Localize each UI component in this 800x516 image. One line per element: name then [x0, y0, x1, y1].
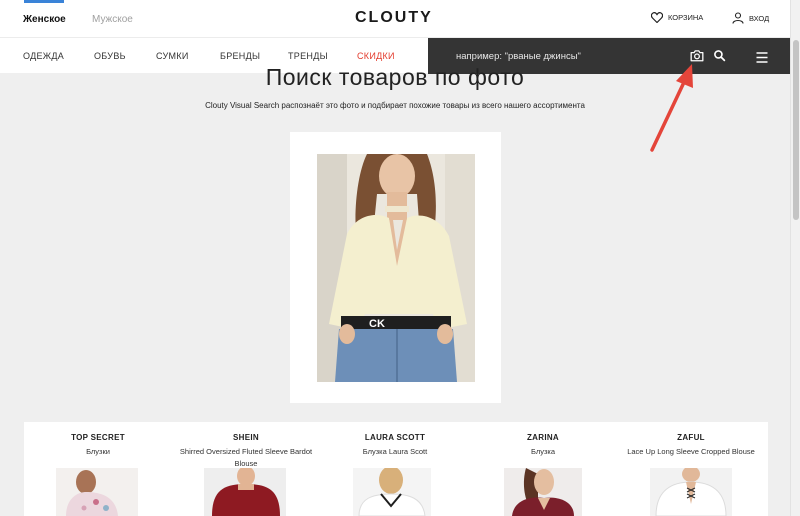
- logo[interactable]: CLOUTY: [355, 9, 433, 27]
- product-brand: ZARINA: [526, 433, 560, 442]
- product-brand: ZAFUL: [677, 433, 705, 442]
- uploaded-photo: CK: [317, 154, 475, 382]
- svg-text:CK: CK: [369, 318, 385, 330]
- nav-item-brands[interactable]: БРЕНДЫ: [220, 51, 260, 61]
- page-title: Поиск товаров по фото: [265, 64, 525, 90]
- nav-item-bags[interactable]: СУМКИ: [156, 51, 189, 61]
- product-description: Блузка: [530, 447, 556, 456]
- nav-item-clothing[interactable]: ОДЕЖДА: [23, 51, 64, 61]
- cart-link[interactable]: КОРЗИНА: [651, 12, 703, 23]
- product-brand: LAURA SCOTT: [364, 433, 426, 442]
- product-description: Shirred Oversized Fluted Sleeve Bardot B…: [179, 447, 313, 468]
- gender-tab-women[interactable]: Женское: [23, 14, 66, 25]
- product-description: Lace Up Long Sleeve Cropped Blouse: [627, 447, 755, 456]
- product-brand: SHEIN: [233, 433, 259, 442]
- nav-item-trends[interactable]: ТРЕНДЫ: [288, 51, 328, 61]
- nav-item-shoes[interactable]: ОБУВЬ: [94, 51, 126, 61]
- top-bar: Женское Мужское CLOUTY КОРЗИНА ВХОД: [0, 0, 790, 37]
- active-gender-indicator: [24, 0, 64, 3]
- product-image[interactable]: [56, 468, 138, 516]
- product-image[interactable]: [204, 468, 286, 516]
- nav-item-sale[interactable]: СКИДКИ: [357, 51, 395, 61]
- product-brand: TOP SECRET: [71, 433, 125, 442]
- product-description: Блузки: [86, 447, 110, 456]
- heart-icon: [651, 12, 663, 23]
- cart-label: КОРЗИНА: [668, 13, 704, 22]
- product-image[interactable]: [650, 468, 732, 516]
- user-icon: [732, 12, 744, 24]
- page-scrollbar[interactable]: [790, 0, 800, 516]
- page-subtitle: Clouty Visual Search распознаёт это фото…: [205, 101, 585, 110]
- product-image[interactable]: [353, 468, 431, 516]
- product-image[interactable]: [504, 468, 582, 516]
- search-input[interactable]: например: "рваные джинсы": [456, 51, 581, 62]
- similar-products: TOP SECRET Блузки SHEIN Shirred Oversize…: [24, 422, 768, 516]
- login-link[interactable]: ВХОД: [732, 12, 769, 24]
- scrollbar-thumb[interactable]: [793, 40, 799, 220]
- product-description: Блузка Laura Scott: [362, 447, 428, 456]
- gender-tab-men[interactable]: Мужское: [92, 14, 133, 25]
- uploaded-photo-card: CK: [290, 132, 501, 403]
- login-label: ВХОД: [749, 13, 770, 23]
